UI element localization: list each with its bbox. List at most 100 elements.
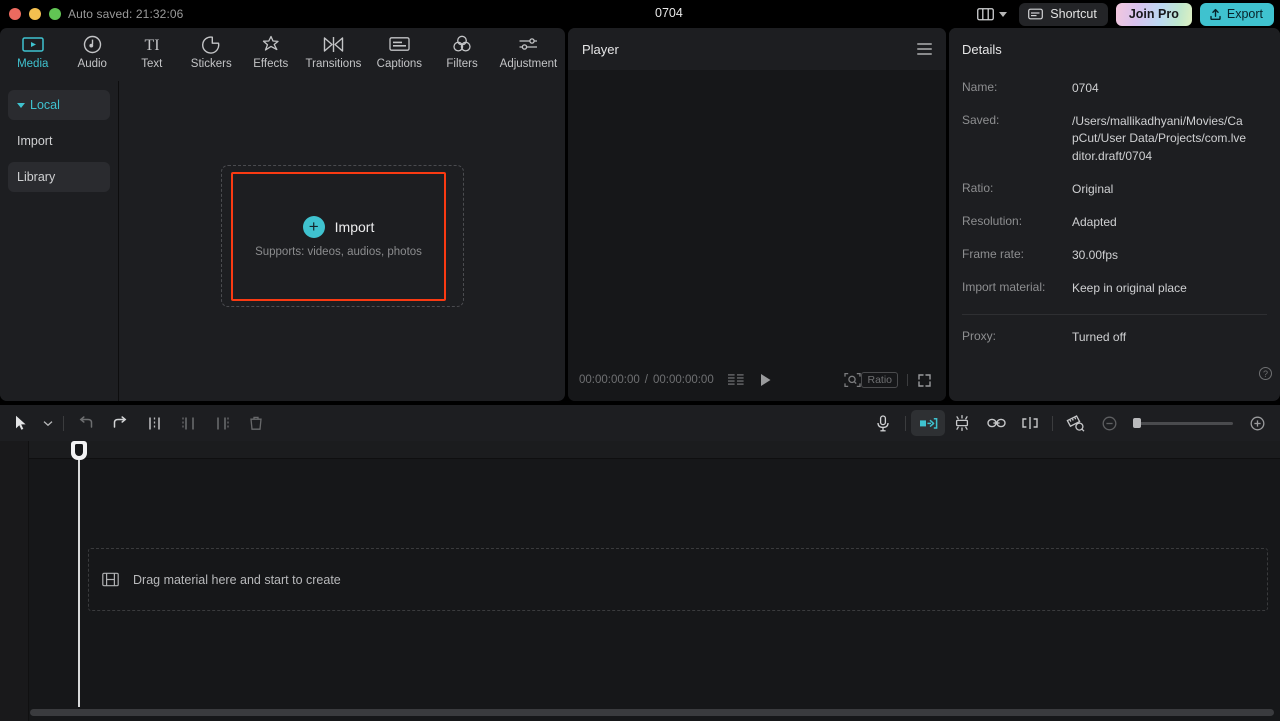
tab-stickers[interactable]: Stickers xyxy=(182,28,242,70)
detail-value: /Users/mallikadhyani/Movies/CapCut/User … xyxy=(1072,113,1248,165)
minimize-window-button[interactable] xyxy=(29,8,41,20)
split-marker-icon[interactable] xyxy=(1013,410,1047,436)
maximize-window-button[interactable] xyxy=(49,8,61,20)
detail-row-name: Name: 0704 xyxy=(962,80,1267,97)
timeline-area[interactable]: Drag material here and start to create xyxy=(0,441,1280,721)
tab-transitions[interactable]: Transitions xyxy=(301,28,367,70)
player-title: Player xyxy=(582,42,917,57)
details-panel: Details Name: 0704 Saved: /Users/mallika… xyxy=(949,28,1280,401)
help-circle-icon[interactable]: ? xyxy=(1259,367,1272,380)
window-controls xyxy=(9,8,61,20)
detail-key: Import material: xyxy=(962,280,1072,297)
undo-icon[interactable] xyxy=(69,410,103,436)
zoom-fit-icon[interactable] xyxy=(844,372,861,388)
playhead-line xyxy=(78,444,80,707)
timeline-drop-track[interactable]: Drag material here and start to create xyxy=(88,548,1268,611)
timeline-zoom-slider[interactable] xyxy=(1133,422,1233,425)
import-supports-text: Supports: videos, audios, photos xyxy=(255,246,422,258)
cursor-dropdown-chevron-down-icon[interactable] xyxy=(38,410,58,436)
shortcut-label: Shortcut xyxy=(1050,7,1097,21)
media-panel: Local Import Library + Import Supports: … xyxy=(0,81,565,401)
ratio-button[interactable]: Ratio xyxy=(861,372,898,388)
fullscreen-icon[interactable] xyxy=(917,373,932,388)
divider xyxy=(962,314,1267,315)
timeline-drop-hint: Drag material here and start to create xyxy=(133,573,341,587)
delete-icon[interactable] xyxy=(239,410,273,436)
zoom-out-icon[interactable] xyxy=(1092,410,1126,436)
layout-switcher-button[interactable] xyxy=(973,4,1011,24)
detail-key: Saved: xyxy=(962,113,1072,165)
tab-text[interactable]: TI Text xyxy=(122,28,182,70)
shortcut-button[interactable]: Shortcut xyxy=(1019,3,1108,26)
tab-label: Effects xyxy=(253,58,288,70)
timeline-ruler[interactable] xyxy=(29,441,1280,459)
tab-label: Audio xyxy=(78,58,107,70)
select-cursor-icon[interactable] xyxy=(4,410,38,436)
detail-key: Proxy: xyxy=(962,329,1072,346)
player-controls: 00:00:00:00 / 00:00:00:00 xyxy=(568,359,946,401)
detail-value: Adapted xyxy=(1072,214,1117,231)
sidebar-item-library[interactable]: Library xyxy=(8,162,110,192)
svg-text:TI: TI xyxy=(144,37,159,53)
tab-label: Text xyxy=(141,58,162,70)
filters-icon xyxy=(452,33,472,55)
hamburger-menu-icon[interactable] xyxy=(917,43,932,55)
detail-value: Turned off xyxy=(1072,329,1126,346)
timeline-horizontal-scrollbar[interactable] xyxy=(30,709,1274,716)
trim-left-icon[interactable] xyxy=(171,410,205,436)
sidebar-item-import[interactable]: Import xyxy=(8,126,110,156)
join-pro-button[interactable]: Join Pro xyxy=(1116,3,1192,26)
film-strip-icon xyxy=(102,572,119,587)
tab-filters[interactable]: Filters xyxy=(432,28,492,70)
detail-value: 30.00fps xyxy=(1072,247,1118,264)
tab-captions[interactable]: Captions xyxy=(366,28,432,70)
chevron-down-icon xyxy=(17,103,25,108)
export-button[interactable]: Export xyxy=(1200,3,1274,26)
total-time: 00:00:00:00 xyxy=(653,374,714,386)
divider xyxy=(63,416,64,431)
player-preview-stage[interactable] xyxy=(568,70,946,359)
layout-panels-icon xyxy=(977,7,994,21)
upload-icon xyxy=(1209,8,1222,21)
zoom-in-icon[interactable] xyxy=(1240,410,1274,436)
tab-label: Stickers xyxy=(191,58,232,70)
effects-icon xyxy=(261,33,281,55)
detail-key: Frame rate: xyxy=(962,247,1072,264)
voiceover-mic-icon[interactable] xyxy=(866,410,900,436)
tab-effects[interactable]: Effects xyxy=(241,28,301,70)
titlebar-actions: Shortcut Join Pro Export xyxy=(973,0,1274,28)
player-header: Player xyxy=(568,28,946,70)
auto-adjust-icon[interactable] xyxy=(945,410,979,436)
text-icon: TI xyxy=(140,33,164,55)
keyframe-grid-icon[interactable] xyxy=(728,374,745,387)
media-icon xyxy=(22,33,44,55)
play-icon[interactable] xyxy=(759,373,772,387)
detail-row-ratio: Ratio: Original xyxy=(962,181,1267,198)
stickers-icon xyxy=(202,33,221,55)
chevron-down-icon xyxy=(999,12,1007,17)
import-button[interactable]: + Import xyxy=(303,216,375,238)
redo-icon[interactable] xyxy=(103,410,137,436)
link-icon[interactable] xyxy=(979,410,1013,436)
zoom-slider-handle[interactable] xyxy=(1133,418,1141,428)
tab-media[interactable]: Media xyxy=(3,28,63,70)
playhead-handle[interactable] xyxy=(71,441,87,460)
sidebar-item-local[interactable]: Local xyxy=(8,90,110,120)
ruler-zoom-icon[interactable] xyxy=(1058,410,1092,436)
tab-adjustment[interactable]: Adjustment xyxy=(492,28,565,70)
title-bar: Auto saved: 21:32:06 0704 Shortcut xyxy=(0,0,1280,28)
trim-right-icon[interactable] xyxy=(205,410,239,436)
snap-magnet-icon[interactable] xyxy=(911,410,945,436)
tab-audio[interactable]: Audio xyxy=(63,28,123,70)
divider xyxy=(907,374,908,386)
media-dropzone[interactable]: + Import Supports: videos, audios, photo… xyxy=(221,165,464,307)
import-highlight-box[interactable]: + Import Supports: videos, audios, photo… xyxy=(231,172,446,301)
audio-icon xyxy=(83,33,102,55)
autosave-status: Auto saved: 21:32:06 xyxy=(68,7,183,21)
detail-value: Keep in original place xyxy=(1072,280,1187,297)
close-window-button[interactable] xyxy=(9,8,21,20)
sidebar-item-label: Local xyxy=(30,98,60,112)
timeline-toolbar xyxy=(0,405,1280,441)
project-title: 0704 xyxy=(655,6,683,20)
split-icon[interactable] xyxy=(137,410,171,436)
